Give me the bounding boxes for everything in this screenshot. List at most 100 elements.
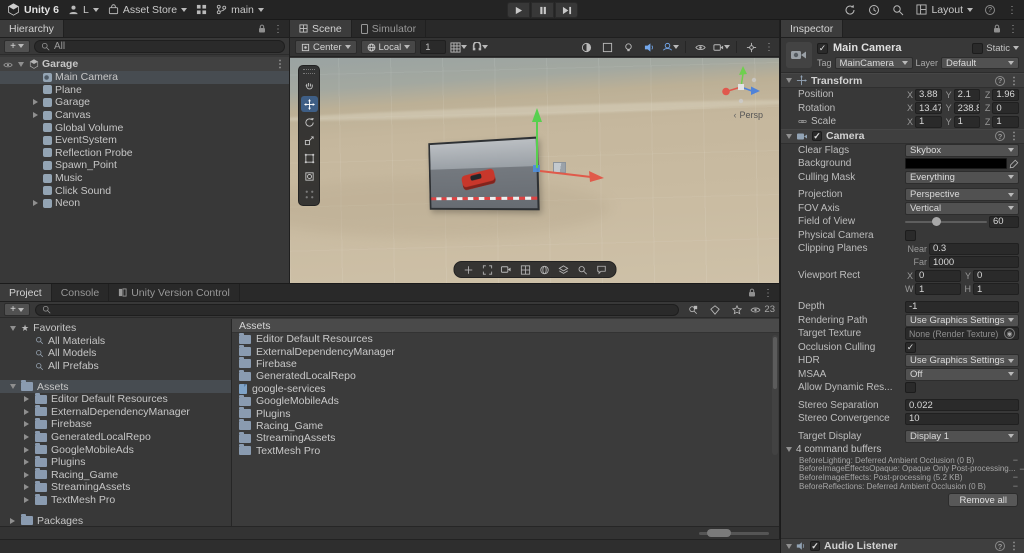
scene-root-row[interactable]: Garage [0,57,289,71]
foldout-icon[interactable] [30,200,40,206]
gizmo-y-arrowhead[interactable] [532,108,542,122]
vcs-branch-menu[interactable]: main [216,4,264,16]
tab-hierarchy[interactable]: Hierarchy [0,20,64,37]
rotation-x-field[interactable]: 13.475 [915,102,942,114]
view-tool-button[interactable] [301,78,318,94]
content-item[interactable]: Plugins [232,407,779,419]
hierarchy-item-main-camera[interactable]: Main Camera [0,71,289,84]
culling-mask-dropdown[interactable]: Everything [905,171,1019,184]
content-path-header[interactable]: Assets [232,319,779,333]
tab-unity-version-control[interactable]: Unity Version Control [109,284,240,301]
hierarchy-item-spawn-point[interactable]: Spawn_Point [0,159,289,172]
audio-toggle[interactable] [641,40,658,55]
projection-dropdown[interactable]: Perspective [905,188,1019,201]
viewport-x-field[interactable]: 0 [915,270,961,282]
project-search-input[interactable] [35,304,679,316]
foldout-icon[interactable] [22,484,31,490]
hidden-items-count[interactable]: 23 [750,304,775,315]
static-dropdown[interactable]: Static [972,43,1019,54]
audio-listener-enabled-checkbox[interactable] [810,541,820,551]
foldout-icon[interactable] [22,447,31,453]
sync-icon[interactable] [844,4,856,16]
content-item[interactable]: TextMesh Pro [232,445,779,457]
lighting-toggle[interactable] [620,40,637,55]
z-axis-cone[interactable] [751,87,760,96]
foldout-icon[interactable] [30,99,40,105]
static-checkbox[interactable] [972,43,983,54]
overlay-grid-icon[interactable] [517,263,533,276]
transform-section-header[interactable]: Transform [781,73,1024,88]
services-button[interactable] [196,4,207,15]
panel-menu-icon[interactable] [763,287,773,299]
clear-flags-dropdown[interactable]: Skybox [905,144,1019,157]
foldout-icon[interactable] [786,134,792,139]
scene-menu-icon[interactable] [275,58,285,70]
packages-root-folder[interactable]: Packages [0,514,231,526]
tree-folder-generatedlocalrepo[interactable]: GeneratedLocalRepo [0,431,231,444]
stereo-separation-field[interactable]: 0.022 [905,399,1019,411]
hierarchy-item-global-volume[interactable]: Global Volume [0,121,289,134]
overlay-search-icon[interactable] [574,263,590,276]
tab-console[interactable]: Console [52,284,110,301]
custom-tool-button[interactable] [301,186,318,202]
viewport-h-field[interactable]: 1 [973,283,1019,295]
foldout-icon[interactable] [8,518,17,524]
target-texture-field[interactable]: None (Render Texture) [905,327,1019,340]
hierarchy-item-eventsystem[interactable]: EventSystem [0,134,289,147]
foldout-icon[interactable] [22,421,31,427]
hierarchy-item-canvas[interactable]: Canvas [0,109,289,122]
layout-dropdown[interactable]: Layout [916,4,973,16]
tree-folder-firebase[interactable]: Firebase [0,418,231,431]
component-menu-icon[interactable] [1009,130,1019,142]
content-item[interactable]: google-services [232,383,779,395]
content-item[interactable]: GoogleMobileAds [232,395,779,407]
stereo-convergence-field[interactable]: 10 [905,413,1019,425]
link-icon[interactable] [798,117,807,126]
fov-slider[interactable] [905,216,987,228]
slider-thumb[interactable] [932,217,941,226]
occlusion-culling-checkbox[interactable] [905,342,916,353]
step-button[interactable] [555,2,578,18]
gizmo-x-arrowhead[interactable] [589,171,604,182]
help-icon[interactable] [995,76,1005,86]
draw-mode-toggle[interactable] [578,40,595,55]
position-z-field[interactable]: 1.96 [992,89,1019,101]
help-icon[interactable] [995,541,1005,551]
gameobject-enabled-checkbox[interactable] [817,43,828,54]
foldout-icon[interactable] [22,497,31,503]
history-icon[interactable] [868,4,880,16]
object-picker-icon[interactable] [1004,328,1015,339]
scene-viewport[interactable]: Persp [290,58,779,283]
hierarchy-item-music[interactable]: Music [0,172,289,185]
remove-buffer-icon[interactable]: − [1009,473,1018,482]
depth-field[interactable]: -1 [905,301,1019,313]
orientation-gizmo[interactable] [717,63,765,111]
slider-thumb[interactable] [707,529,731,537]
overflow-menu-icon[interactable] [1007,4,1017,16]
tab-project[interactable]: Project [0,284,52,301]
search-by-type-icon[interactable] [684,302,701,317]
favorite-all-models[interactable]: All Models [0,347,231,360]
favorite-all-prefabs[interactable]: All Prefabs [0,360,231,373]
content-item[interactable]: StreamingAssets [232,432,779,444]
remove-buffer-icon[interactable]: − [1009,456,1018,465]
assets-root-folder[interactable]: Assets [0,380,231,393]
overlay-globe-icon[interactable] [536,263,552,276]
lock-icon[interactable] [993,24,1001,33]
foldout-icon[interactable] [786,544,792,549]
favorite-all-materials[interactable]: All Materials [0,335,231,348]
save-search-icon[interactable] [728,302,745,317]
panel-menu-icon[interactable] [1008,23,1018,35]
gizmos-toggle[interactable] [743,40,760,55]
component-menu-icon[interactable] [1009,540,1019,552]
tab-inspector[interactable]: Inspector [781,20,843,37]
hidden-objects-toggle[interactable] [692,40,709,55]
move-gizmo[interactable] [290,58,778,283]
transform-tool-button[interactable] [301,168,318,184]
hierarchy-search-input[interactable]: All [34,40,285,53]
foldout-icon[interactable] [786,78,792,83]
hierarchy-item-reflection-probe[interactable]: Reflection Probe [0,147,289,160]
search-icon[interactable] [892,4,904,16]
panel-menu-icon[interactable] [273,23,283,35]
foldout-icon[interactable] [786,447,792,452]
